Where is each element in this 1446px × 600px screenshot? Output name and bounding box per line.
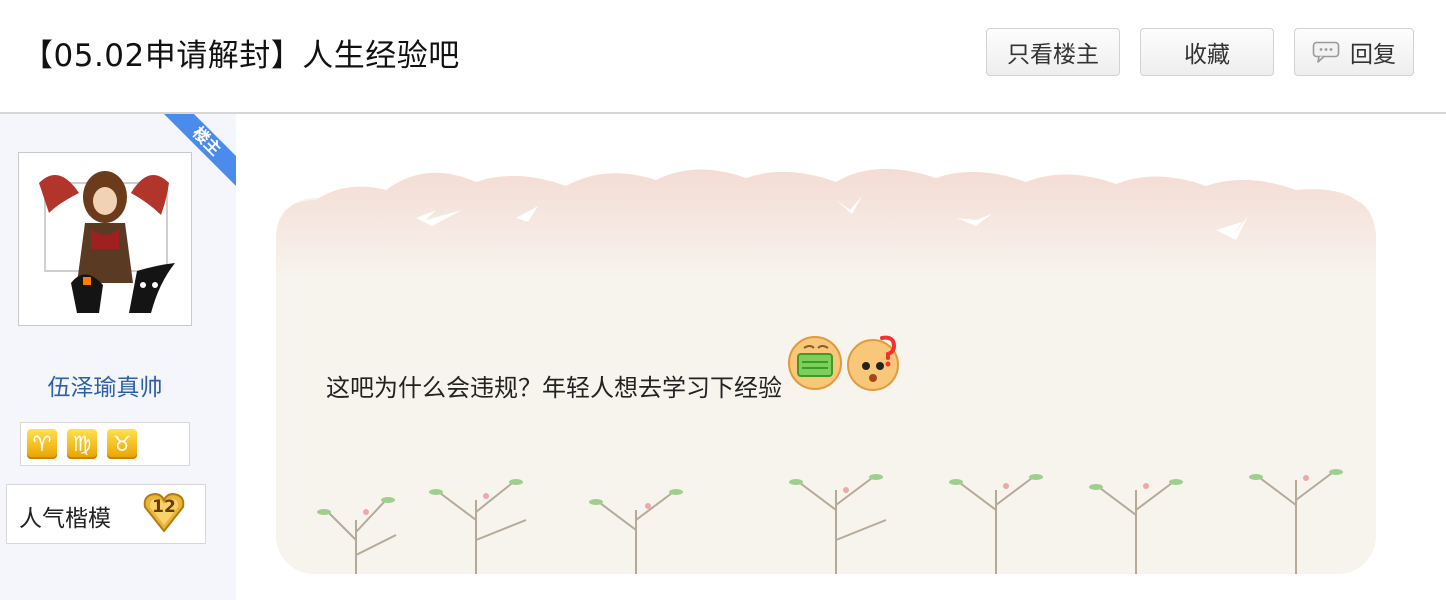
badge-level: 12	[152, 497, 176, 517]
avatar[interactable]	[18, 152, 192, 326]
reply-button-label: 回复	[1350, 42, 1396, 68]
only-op-button[interactable]: 只看楼主	[986, 28, 1120, 76]
reply-button[interactable]: 回复	[1294, 28, 1414, 76]
post-text: 这吧为什么会违规？年轻人想去学习下经验	[326, 374, 782, 402]
confused-face-icon	[847, 335, 899, 391]
virgo-icon[interactable]: ♍	[67, 429, 97, 459]
money-face-icon	[788, 336, 842, 390]
member-badge[interactable]: 人气楷模 12	[6, 484, 206, 544]
favorite-button[interactable]: 收藏	[1140, 28, 1274, 76]
zodiac-icons: ♈ ♍ ♉	[20, 422, 190, 466]
taurus-icon[interactable]: ♉	[107, 429, 137, 459]
badge-label: 人气楷模	[19, 506, 111, 532]
thread-header: 【05.02申请解封】人生经验吧 只看楼主 收藏 回复	[0, 0, 1446, 114]
comment-icon	[1312, 41, 1340, 63]
author-username[interactable]: 伍泽瑜真帅	[0, 368, 210, 402]
aries-icon[interactable]: ♈	[27, 429, 57, 459]
thread-title: 【05.02申请解封】人生经验吧	[22, 38, 460, 74]
